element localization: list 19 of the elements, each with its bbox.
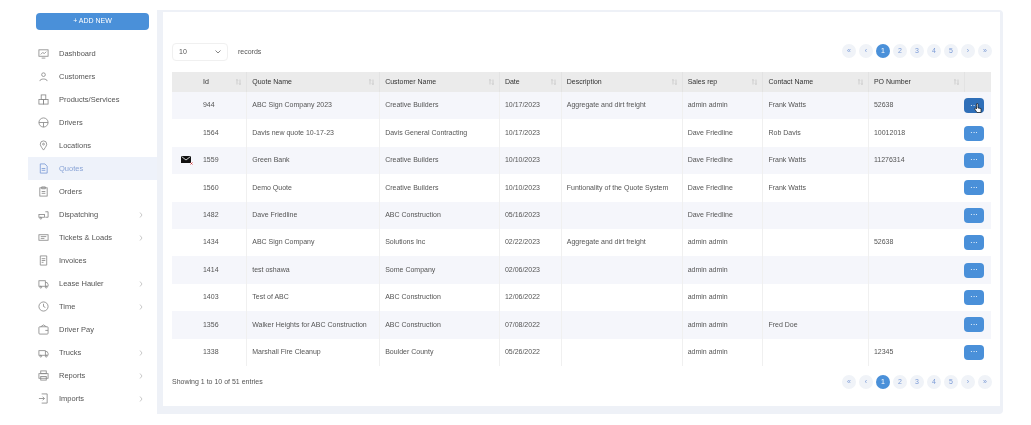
hand-cursor-icon: [974, 103, 982, 113]
truck-icon: [38, 347, 49, 358]
boxes-icon: [38, 94, 49, 105]
import-icon: [38, 393, 49, 404]
location-pin-icon: [38, 140, 49, 151]
monitor-icon: [38, 48, 49, 59]
printer-icon: [38, 370, 49, 381]
ticket-icon: [38, 232, 49, 243]
clipboard-icon: [38, 186, 49, 197]
document-icon: [38, 163, 49, 174]
truck-route-icon: [38, 209, 49, 220]
header-cell: [964, 72, 991, 92]
chevron-down-icon: [215, 50, 221, 54]
invoice-icon: [38, 255, 49, 266]
wallet-icon: [38, 324, 49, 335]
steering-wheel-icon: [38, 117, 49, 128]
clock-icon: [38, 301, 49, 312]
person-icon: [38, 71, 49, 82]
truck-icon: [38, 278, 49, 289]
